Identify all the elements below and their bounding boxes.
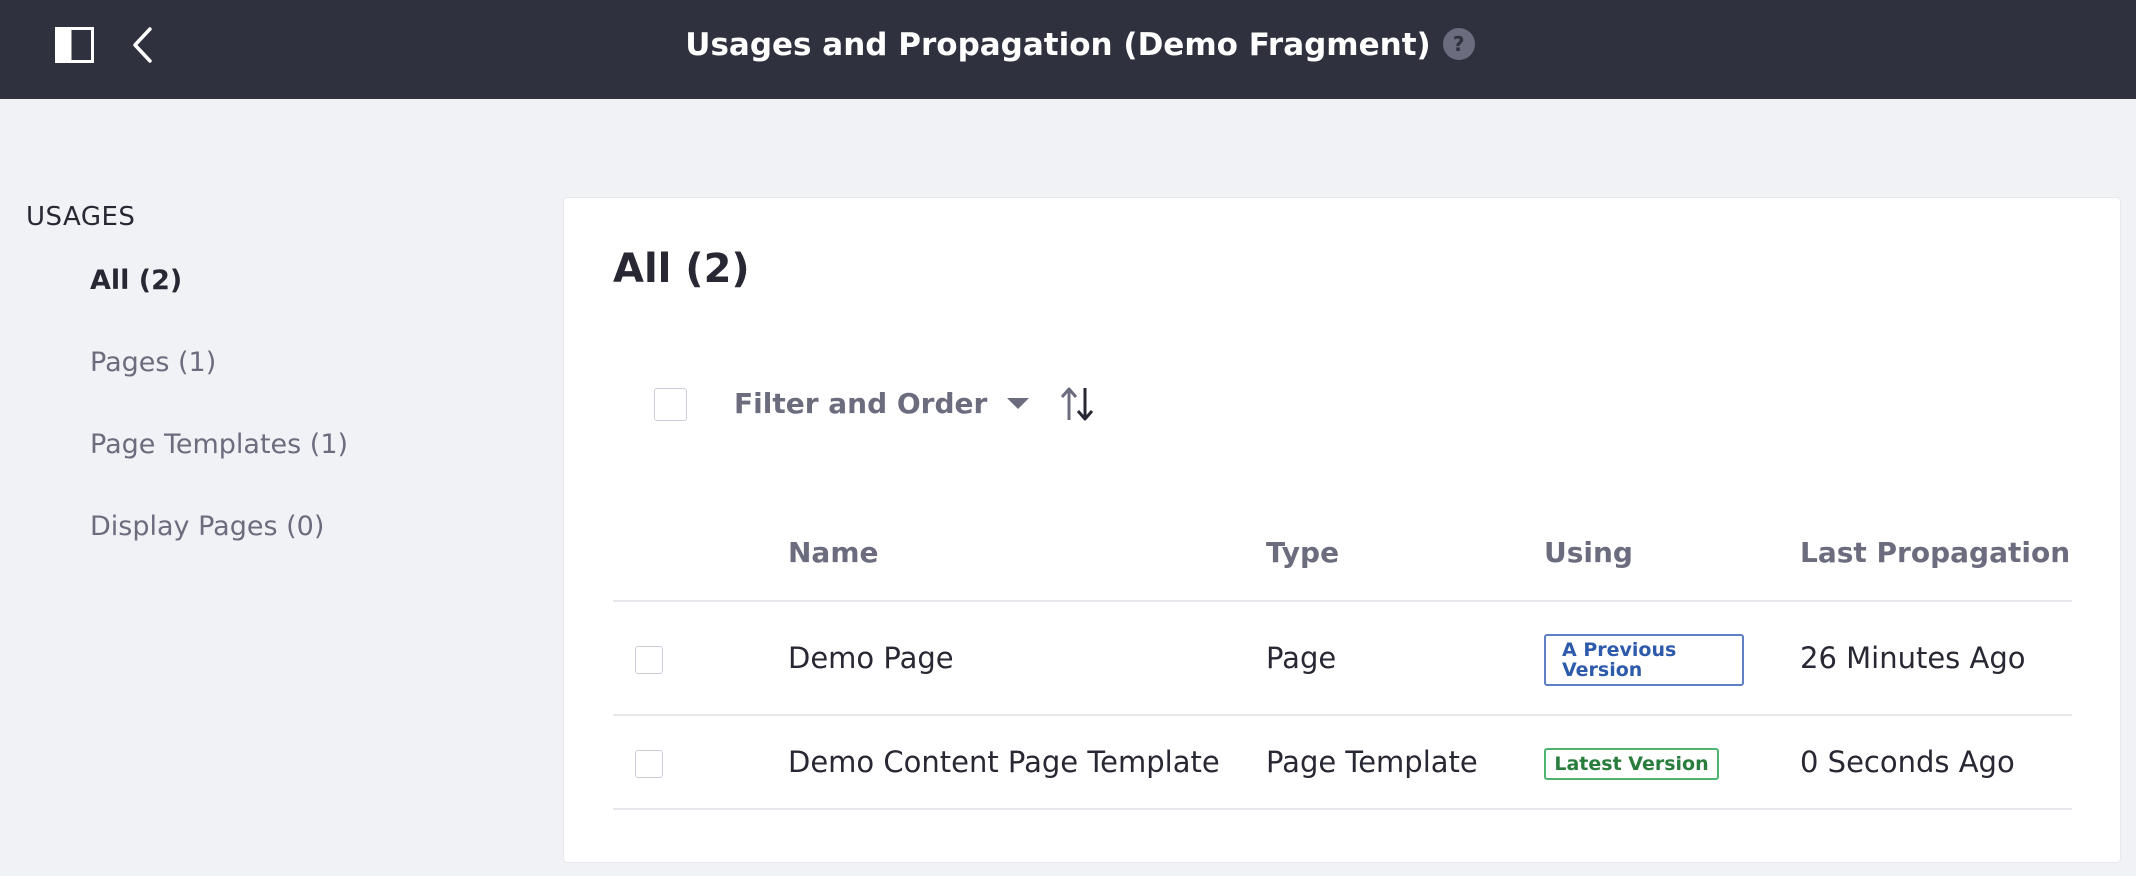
sidebar-item-all[interactable]: All (2) xyxy=(90,265,182,296)
filter-and-order-label: Filter and Order xyxy=(734,387,988,420)
usages-heading: USAGES xyxy=(26,202,136,232)
sort-arrows-icon[interactable] xyxy=(1058,385,1096,423)
column-header-last-propagation[interactable]: Last Propagation xyxy=(1800,536,2070,569)
caret-down-icon xyxy=(1007,397,1030,409)
table-header-divider xyxy=(613,600,2072,602)
column-header-name[interactable]: Name xyxy=(788,536,879,569)
row-checkbox[interactable] xyxy=(635,750,663,778)
column-header-using[interactable]: Using xyxy=(1544,536,1633,569)
sidebar-item-display-pages[interactable]: Display Pages (0) xyxy=(90,511,324,542)
sidebar-item-page-templates[interactable]: Page Templates (1) xyxy=(90,429,348,460)
sidebar-item-pages[interactable]: Pages (1) xyxy=(90,347,216,378)
status-badge: A Previous Version xyxy=(1544,634,1744,686)
row-type: Page Template xyxy=(1266,745,1478,779)
column-header-type[interactable]: Type xyxy=(1266,536,1339,569)
table-row-divider xyxy=(613,714,2072,716)
select-all-checkbox[interactable] xyxy=(654,388,687,421)
row-last-propagation: 0 Seconds Ago xyxy=(1800,745,2015,779)
row-type: Page xyxy=(1266,641,1337,675)
page-title-inner: Usages and Propagation (Demo Fragment)? xyxy=(685,0,1475,90)
card-title: All (2) xyxy=(613,246,750,292)
usages-card: All (2) Filter and Order Name Type Using… xyxy=(563,197,2121,863)
table-bottom-divider xyxy=(613,808,2072,810)
row-checkbox[interactable] xyxy=(635,646,663,674)
row-name[interactable]: Demo Content Page Template xyxy=(788,745,1220,779)
page-title: Usages and Propagation (Demo Fragment) xyxy=(685,27,1431,63)
page-title-wrap: Usages and Propagation (Demo Fragment)? xyxy=(0,0,2136,90)
filter-and-order-button[interactable]: Filter and Order xyxy=(734,384,1030,424)
help-icon[interactable]: ? xyxy=(1442,27,1475,60)
row-last-propagation: 26 Minutes Ago xyxy=(1800,641,2026,675)
app-header: Usages and Propagation (Demo Fragment)? xyxy=(0,0,2136,99)
status-badge: Latest Version xyxy=(1544,748,1719,780)
row-name[interactable]: Demo Page xyxy=(788,641,954,675)
